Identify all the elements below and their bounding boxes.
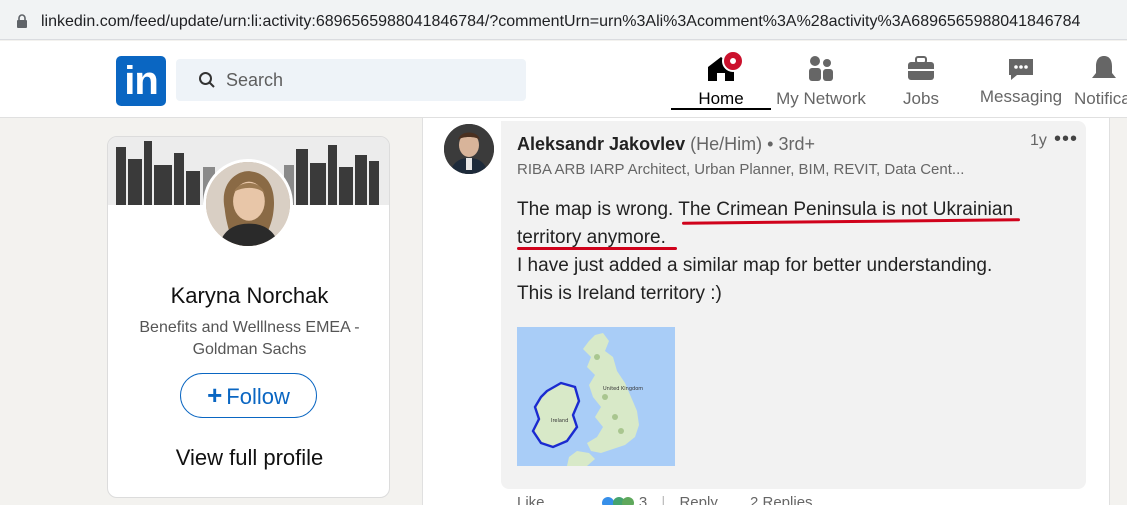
lock-icon (17, 14, 27, 28)
nav-notifications-label: Notifica (1074, 89, 1127, 108)
comment-actions: Like 3 | Reply 2 Replies (517, 494, 813, 505)
nav-notifications[interactable]: Notifica (1071, 51, 1127, 117)
reply-button[interactable]: Reply (679, 494, 717, 505)
map-label-ireland: Ireland (551, 418, 568, 424)
url-text[interactable]: linkedin.com/feed/update/urn:li:activity… (41, 13, 1080, 31)
profile-avatar[interactable] (203, 159, 293, 249)
view-full-profile-link[interactable]: View full profile (108, 445, 389, 471)
nav-jobs[interactable]: Jobs (871, 51, 971, 117)
nav-my-network[interactable]: My Network (771, 51, 871, 117)
reaction-icon (601, 497, 634, 505)
like-button[interactable]: Like (517, 494, 545, 505)
search-input[interactable] (226, 59, 516, 101)
follow-label: Follow (226, 384, 290, 409)
replies-link[interactable]: 2 Replies (750, 494, 813, 505)
plus-icon: + (207, 380, 223, 410)
nav-my-network-label: My Network (776, 89, 866, 108)
nav-home-label: Home (698, 89, 744, 108)
linkedin-logo[interactable]: in (116, 56, 166, 106)
browser-address-bar: linkedin.com/feed/update/urn:li:activity… (0, 0, 1127, 40)
search-icon (199, 72, 215, 88)
comment-text: The map is wrong. The Crimean Peninsula … (517, 196, 1013, 308)
comment-timestamp: 1y (1030, 132, 1047, 149)
comment-author-name[interactable]: Aleksandr Jakovlev (517, 134, 685, 154)
nav-messaging-label: Messaging (979, 87, 1063, 106)
chat-icon (1009, 59, 1033, 80)
reaction-count[interactable]: 3 (639, 494, 647, 505)
comment-author-headline: RIBA ARB IARP Architect, Urban Planner, … (517, 161, 965, 178)
reaction-icons (601, 496, 635, 505)
map-label-uk: United Kingdom (603, 386, 643, 392)
url-field[interactable]: linkedin.com/feed/update/urn:li:activity… (0, 4, 1127, 36)
comment-line-1a: The map is wrong. (517, 199, 679, 220)
nav-jobs-label: Jobs (903, 89, 939, 108)
comment-author-pronouns: (He/Him) (690, 134, 763, 154)
comment-line-3: I have just added a similar map for bett… (517, 255, 993, 276)
search-box[interactable] (176, 59, 526, 101)
comment-line-1b: The Crimean Peninsula is not Ukrainian (678, 199, 1014, 220)
more-options-icon[interactable]: ••• (1054, 128, 1078, 151)
profile-headline: Benefits and Welllness EMEA - Goldman Sa… (139, 319, 360, 358)
comment-line-4: This is Ireland territory :) (517, 283, 722, 304)
connection-degree: • 3rd+ (767, 134, 815, 154)
active-tab-indicator (671, 108, 771, 110)
commenter-avatar[interactable] (444, 124, 494, 174)
people-icon (809, 56, 833, 81)
bell-icon (1092, 56, 1116, 78)
notification-badge (722, 50, 744, 72)
briefcase-icon (908, 56, 934, 80)
nav-messaging[interactable]: Messaging (971, 51, 1071, 117)
profile-name[interactable]: Karyna Norchak (108, 283, 389, 309)
divider: | (661, 494, 666, 505)
red-underline-annotation (517, 247, 677, 250)
comment-map-image[interactable]: United Kingdom Ireland (517, 327, 675, 466)
follow-button[interactable]: + Follow (180, 373, 317, 418)
comment-author-line: Aleksandr Jakovlev (He/Him) • 3rd+ (517, 134, 815, 155)
top-nav: in Home My Network Jobs (0, 41, 1127, 118)
profile-card: Karyna Norchak Benefits and Welllness EM… (107, 136, 390, 498)
